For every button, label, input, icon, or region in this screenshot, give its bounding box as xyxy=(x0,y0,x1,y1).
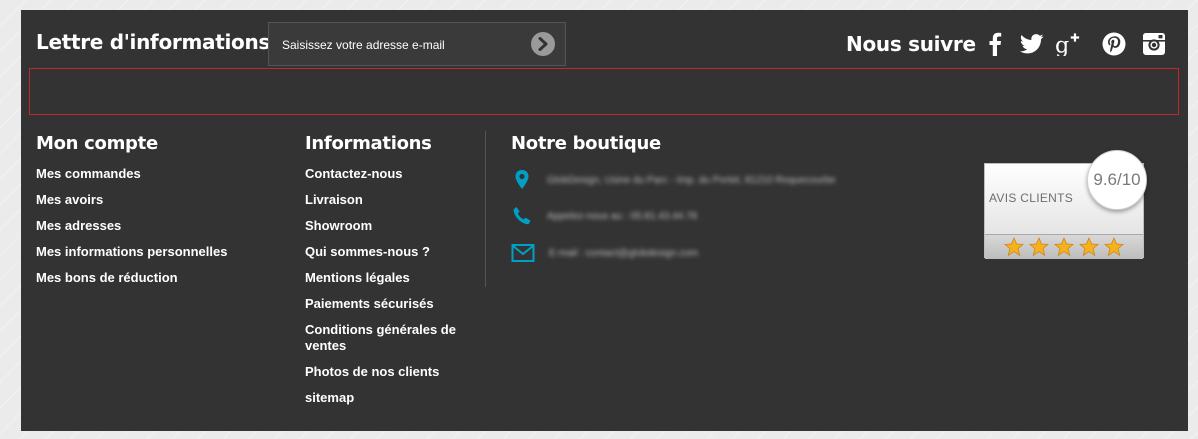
info-links: Contactez-nous Livraison Showroom Qui so… xyxy=(305,166,470,416)
map-marker-icon xyxy=(515,170,529,189)
store-title: Notre boutique xyxy=(511,133,661,154)
reviews-score: 9.6/10 xyxy=(1087,150,1147,210)
newsletter-email-input[interactable] xyxy=(269,23,534,67)
info-link-terms[interactable]: Conditions générales de ventes xyxy=(305,322,470,354)
store-phone: Appelez-nous au : 05.81.43.44.78 xyxy=(547,210,698,222)
account-links: Mes commandes Mes avoirs Mes adresses Me… xyxy=(36,166,266,296)
reviews-label: AVIS CLIENTS xyxy=(989,191,1074,205)
pinterest-icon xyxy=(1102,32,1126,56)
newsletter-form xyxy=(268,22,566,67)
newsletter-message-box xyxy=(29,68,1179,115)
facebook-icon xyxy=(989,32,1002,56)
store-address-row: GlobDesign, Usine du Parc - Imp. du Port… xyxy=(511,169,836,191)
store-email[interactable]: E-mail : contact@globdesign.com xyxy=(549,248,698,259)
newsletter-submit-button[interactable] xyxy=(531,32,555,56)
follow-title: Nous suivre xyxy=(846,32,976,56)
google-plus-icon: g xyxy=(1055,32,1080,56)
svg-text:g: g xyxy=(1055,32,1069,56)
store-email-row: E-mail : contact@globdesign.com xyxy=(511,243,698,263)
star-icon xyxy=(1103,237,1125,257)
phone-icon xyxy=(513,207,531,225)
info-link-showroom[interactable]: Showroom xyxy=(305,218,470,234)
account-link-personal-info[interactable]: Mes informations personnelles xyxy=(36,244,266,260)
facebook-link[interactable] xyxy=(982,31,1008,57)
star-icon xyxy=(1078,237,1100,257)
info-link-secure-payment[interactable]: Paiements sécurisés xyxy=(305,296,470,312)
customer-reviews-badge[interactable]: AVIS CLIENTS 9.6/10 xyxy=(984,150,1147,259)
info-link-customer-photos[interactable]: Photos de nos clients xyxy=(305,364,470,380)
info-link-contact[interactable]: Contactez-nous xyxy=(305,166,470,182)
info-link-delivery[interactable]: Livraison xyxy=(305,192,470,208)
info-link-sitemap[interactable]: sitemap xyxy=(305,390,470,406)
account-link-addresses[interactable]: Mes adresses xyxy=(36,218,266,234)
star-icon xyxy=(1003,237,1025,257)
chevron-right-icon xyxy=(538,37,548,51)
reviews-stars xyxy=(985,234,1143,259)
store-phone-row: Appelez-nous au : 05.81.43.44.78 xyxy=(511,205,697,227)
google-plus-link[interactable]: g xyxy=(1055,31,1081,57)
instagram-icon xyxy=(1143,33,1165,55)
account-link-vouchers[interactable]: Mes bons de réduction xyxy=(36,270,266,286)
twitter-link[interactable] xyxy=(1019,31,1045,57)
info-link-about[interactable]: Qui sommes-nous ? xyxy=(305,244,470,260)
store-address: GlobDesign, Usine du Parc - Imp. du Port… xyxy=(547,174,836,186)
info-link-legal[interactable]: Mentions légales xyxy=(305,270,470,286)
column-divider xyxy=(485,131,486,287)
envelope-icon xyxy=(511,244,535,262)
account-link-credits[interactable]: Mes avoirs xyxy=(36,192,266,208)
site-footer: Lettre d'informations Nous suivre g xyxy=(21,10,1188,431)
twitter-icon xyxy=(1020,34,1044,54)
pinterest-link[interactable] xyxy=(1101,31,1127,57)
account-title: Mon compte xyxy=(36,133,158,154)
star-icon xyxy=(1053,237,1075,257)
star-icon xyxy=(1028,237,1050,257)
instagram-link[interactable] xyxy=(1141,31,1167,57)
account-link-orders[interactable]: Mes commandes xyxy=(36,166,266,182)
info-title: Informations xyxy=(305,133,432,154)
newsletter-title: Lettre d'informations xyxy=(36,30,270,54)
